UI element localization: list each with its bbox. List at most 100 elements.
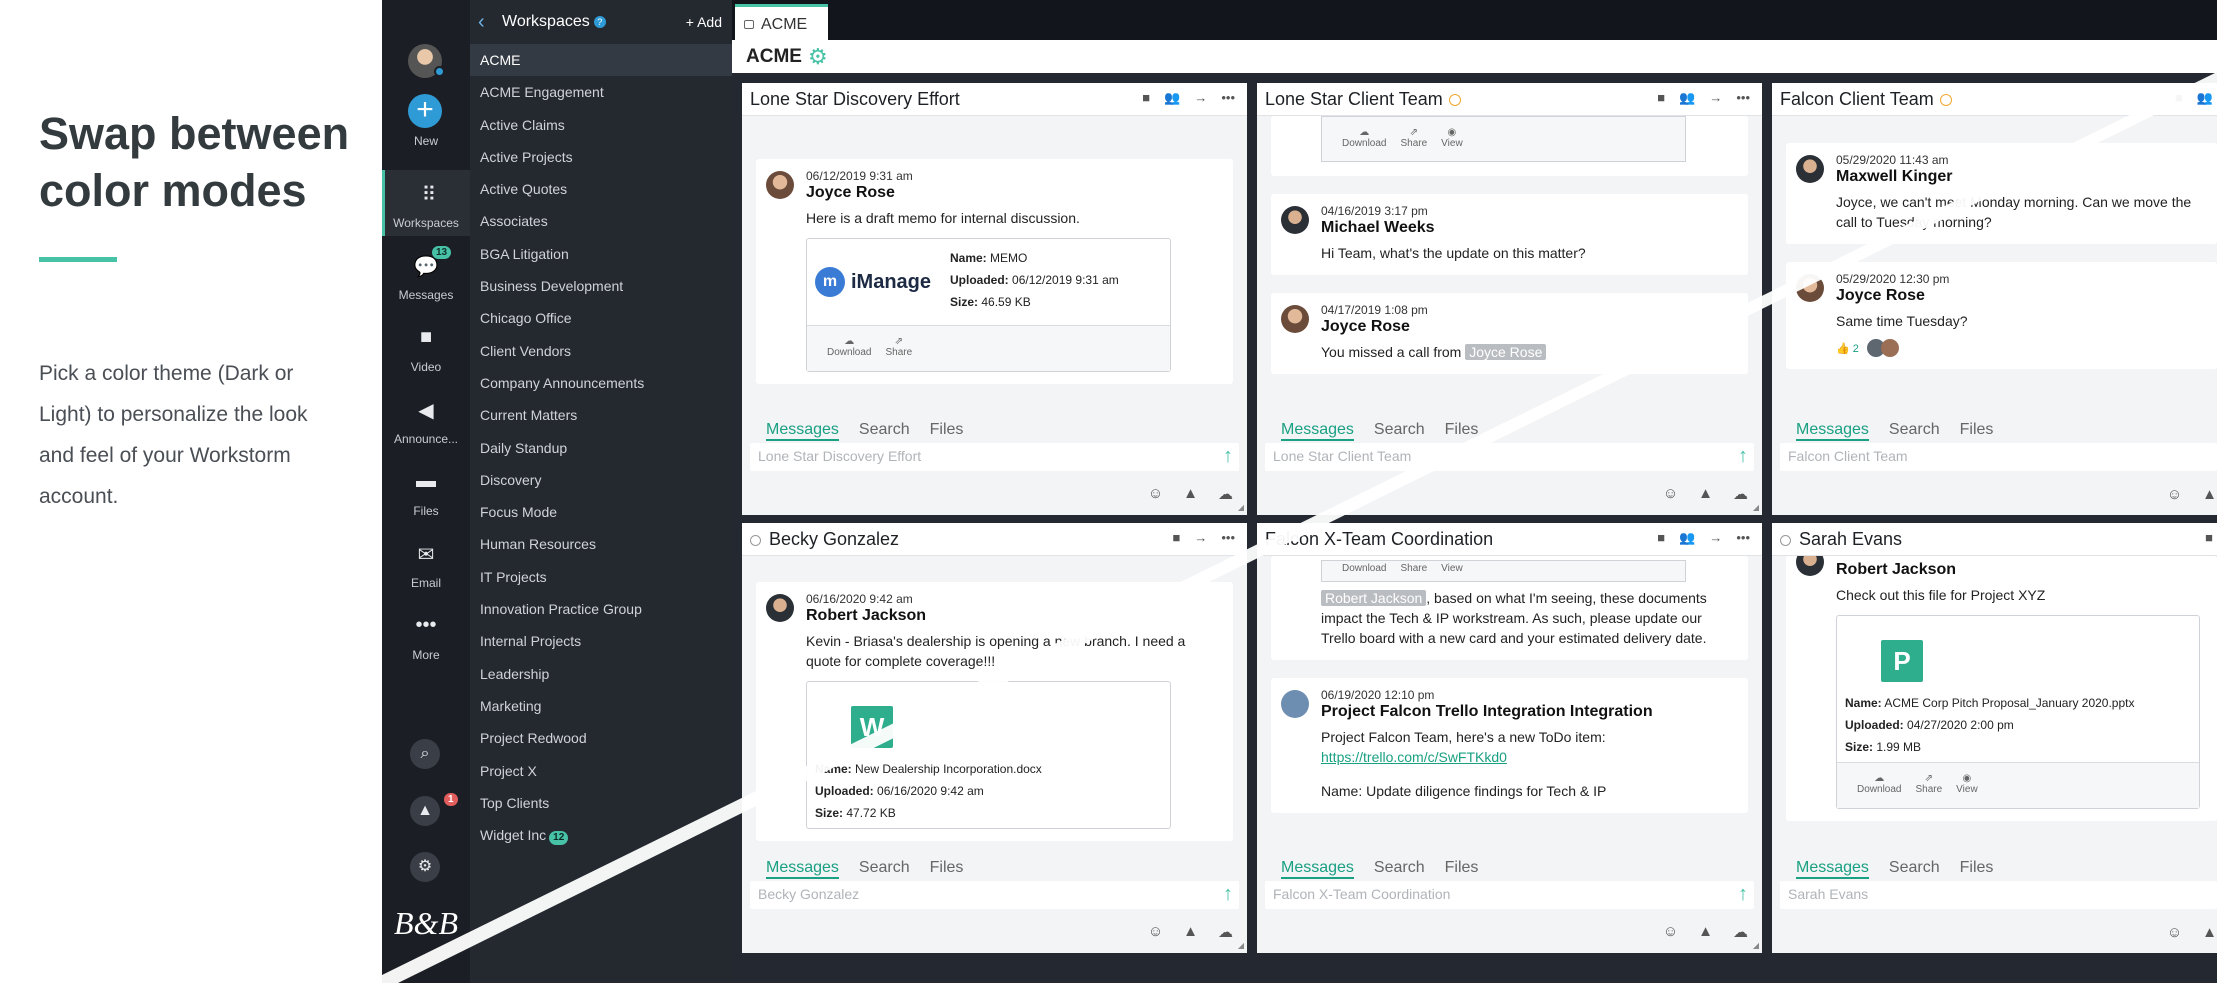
workspace-item[interactable]: Focus Mode	[470, 496, 732, 528]
tab-messages[interactable]: Messages	[766, 859, 839, 879]
popout-arrow-icon[interactable]: →	[1194, 90, 1207, 106]
tab-messages[interactable]: Messages	[1281, 421, 1354, 441]
workspace-item[interactable]: Innovation Practice Group	[470, 593, 732, 625]
share-button[interactable]: ⇗ Share	[1400, 127, 1427, 161]
workspace-item[interactable]: ACME Engagement	[470, 76, 732, 108]
rail-item-email[interactable]: ✉ Email	[382, 530, 470, 596]
message-author[interactable]: Michael Weeks	[1321, 219, 1736, 237]
emoji-icon[interactable]: ☺	[1663, 485, 1678, 503]
workspace-item[interactable]: Current Matters	[470, 399, 732, 431]
more-options-icon[interactable]: •••	[1221, 530, 1235, 545]
file-attachment[interactable]: W Name: New Dealership Incorporation.doc…	[806, 681, 1171, 829]
video-call-icon[interactable]: ■	[2205, 530, 2213, 545]
workspace-item[interactable]: Project X	[470, 755, 732, 787]
tab-search[interactable]: Search	[859, 859, 910, 879]
message-author[interactable]: Project Falcon Trello Integration Integr…	[1321, 703, 1736, 721]
tab-files[interactable]: Files	[1960, 859, 1994, 879]
tab-search[interactable]: Search	[1889, 859, 1940, 879]
panel-title[interactable]: Lone Star Discovery Effort	[750, 89, 960, 110]
members-icon[interactable]: 👥	[1164, 90, 1180, 106]
popout-arrow-icon[interactable]: →	[1709, 530, 1722, 546]
video-call-icon[interactable]: ■	[1657, 90, 1665, 106]
rail-item-more[interactable]: ••• More	[382, 602, 470, 668]
send-arrow-icon[interactable]: ↑	[1223, 883, 1233, 906]
video-call-icon[interactable]: ■	[1657, 530, 1665, 546]
resize-handle[interactable]: ◢	[1238, 941, 1244, 950]
tab-search[interactable]: Search	[859, 421, 910, 441]
popout-arrow-icon[interactable]: →	[1709, 90, 1722, 106]
send-arrow-icon[interactable]: ↑	[1738, 445, 1748, 468]
view-button[interactable]: ◉ View	[1441, 127, 1463, 161]
more-options-icon[interactable]: •••	[1736, 90, 1750, 106]
workspace-item[interactable]: ACME	[470, 44, 732, 77]
resize-handle[interactable]: ◢	[1238, 503, 1244, 512]
share-button[interactable]: ⇗ Share	[1915, 773, 1942, 808]
message-author[interactable]: Robert Jackson	[1836, 561, 2205, 579]
share-button[interactable]: ⇗ Share	[885, 336, 912, 371]
panel-title[interactable]: Lone Star Client Team	[1265, 89, 1461, 110]
message-author[interactable]: Joyce Rose	[1321, 318, 1736, 336]
panel-title[interactable]: Sarah Evans	[1780, 529, 1902, 550]
priority-alert-icon[interactable]: ▲	[1698, 923, 1713, 941]
resize-handle[interactable]: ◢	[1753, 941, 1759, 950]
send-arrow-icon[interactable]: ↑	[1223, 445, 1233, 468]
message-author[interactable]: Maxwell Kinger	[1836, 168, 2205, 186]
panel-title[interactable]: Falcon Client Team	[1780, 89, 1952, 110]
more-options-icon[interactable]: •••	[1221, 90, 1235, 106]
tab-messages[interactable]: Messages	[1796, 859, 1869, 879]
workspace-item[interactable]: BGA Litigation	[470, 238, 732, 270]
message-input[interactable]: Sarah Evans	[1780, 881, 2217, 909]
message-input[interactable]: Falcon X-Team Coordination	[1265, 881, 1754, 909]
priority-alert-icon[interactable]: ▲	[1698, 485, 1713, 503]
rail-item-announcements[interactable]: ◀ Announce...	[382, 386, 470, 452]
workspace-item[interactable]: Internal Projects	[470, 625, 732, 657]
reaction-thumb[interactable]: 👍 2	[1836, 342, 1859, 355]
priority-alert-icon[interactable]: ▲	[1183, 923, 1198, 941]
back-chevron-icon[interactable]: ‹	[478, 11, 498, 34]
upload-cloud-icon[interactable]: ☁	[1218, 485, 1233, 503]
emoji-icon[interactable]: ☺	[2167, 924, 2182, 941]
trello-link-text[interactable]: https://trello.com/c/SwFTKkd0	[1321, 749, 1507, 765]
video-call-icon[interactable]: ■	[1172, 530, 1180, 545]
workspace-item[interactable]: Active Quotes	[470, 173, 732, 205]
members-icon[interactable]: 👥	[2197, 90, 2213, 106]
workspace-settings-gear-icon[interactable]: ⚙	[808, 44, 828, 70]
tab-acme[interactable]: ACME	[735, 4, 828, 40]
tab-messages[interactable]: Messages	[766, 421, 839, 441]
view-button[interactable]: ◉ View	[1956, 773, 1978, 808]
tab-files[interactable]: Files	[1960, 421, 1994, 441]
share-button[interactable]: Share	[1400, 563, 1427, 581]
new-button[interactable]: +	[408, 94, 442, 128]
tab-search[interactable]: Search	[1374, 859, 1425, 879]
alert-icon[interactable]: ▲	[410, 796, 440, 826]
priority-alert-icon[interactable]: ▲	[2202, 486, 2217, 503]
download-button[interactable]: ☁ Download	[827, 336, 871, 371]
members-icon[interactable]: 👥	[1679, 530, 1695, 546]
panel-title[interactable]: Falcon X-Team Coordination	[1265, 529, 1493, 550]
message-input[interactable]: Lone Star Client Team	[1265, 443, 1754, 471]
workspace-item[interactable]: Company Announcements	[470, 367, 732, 399]
message-author[interactable]: Joyce Rose	[1836, 287, 2205, 305]
tab-search[interactable]: Search	[1889, 421, 1940, 441]
more-options-icon[interactable]: •••	[1736, 530, 1750, 546]
resize-handle[interactable]: ◢	[1753, 503, 1759, 512]
workspace-item[interactable]: Daily Standup	[470, 432, 732, 464]
emoji-icon[interactable]: ☺	[1148, 923, 1163, 941]
message-input[interactable]: Falcon Client Team	[1780, 443, 2217, 471]
tab-files[interactable]: Files	[930, 859, 964, 879]
emoji-icon[interactable]: ☺	[1148, 485, 1163, 503]
rail-item-files[interactable]: ▬ Files	[382, 458, 470, 524]
user-mention[interactable]: Robert Jackson	[1321, 590, 1427, 606]
video-call-icon[interactable]: ■	[2175, 90, 2183, 106]
members-icon[interactable]: 👥	[1679, 90, 1695, 106]
upload-cloud-icon[interactable]: ☁	[1733, 923, 1748, 941]
rail-item-video[interactable]: ■ Video	[382, 314, 470, 380]
popout-arrow-icon[interactable]: →	[1194, 530, 1207, 545]
workspace-item[interactable]: Chicago Office	[470, 302, 732, 334]
search-icon[interactable]: ⌕	[410, 739, 440, 769]
workspace-item[interactable]: Active Projects	[470, 141, 732, 173]
user-mention[interactable]: Joyce Rose	[1465, 344, 1547, 360]
workspace-item[interactable]: Human Resources	[470, 528, 732, 560]
tab-messages[interactable]: Messages	[1796, 421, 1869, 441]
workspace-item[interactable]: IT Projects	[470, 561, 732, 593]
